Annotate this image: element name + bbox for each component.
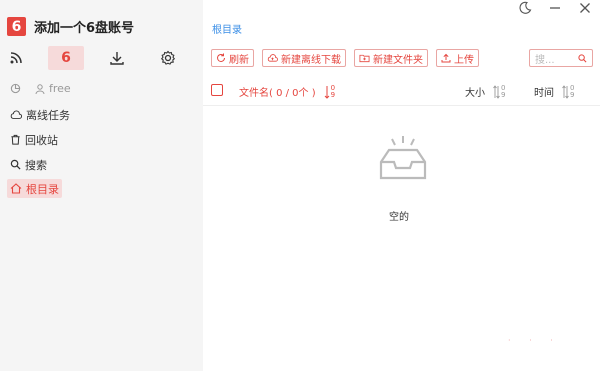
dark-mode-moon-icon[interactable] xyxy=(518,1,532,15)
user-icon xyxy=(35,83,45,94)
new-folder-label: 新建文件夹 xyxy=(373,54,423,66)
cloud-upload-icon xyxy=(267,54,278,62)
sidebar-item-label: 搜索 xyxy=(25,158,47,172)
search-input[interactable]: 搜... xyxy=(529,49,593,67)
sidebar-item-search[interactable]: 搜索 xyxy=(0,152,203,177)
new-offline-download-button[interactable]: 新建离线下载 xyxy=(262,49,346,67)
six-pan-label: 6 xyxy=(61,50,71,66)
breadcrumb-root[interactable]: 根目录 xyxy=(212,21,242,36)
download-icon[interactable] xyxy=(108,46,126,70)
window-controls xyxy=(518,0,592,16)
empty-state-text: 空的 xyxy=(389,212,409,223)
upload-button[interactable]: 上传 xyxy=(436,49,479,67)
app-header: 6 添加一个6盘账号 xyxy=(7,17,134,36)
upload-label: 上传 xyxy=(454,54,474,66)
sidebar-item-recycle-bin[interactable]: 回收站 xyxy=(0,127,203,152)
name-column-label: 文件名( 0 / 0个 ) xyxy=(239,88,316,99)
sidebar-item-offline-tasks[interactable]: 离线任务 xyxy=(0,102,203,127)
sidebar-item-root[interactable]: 根目录 xyxy=(7,179,62,198)
search-icon xyxy=(578,53,587,62)
minimize-icon[interactable] xyxy=(548,1,562,15)
folder-plus-icon xyxy=(359,54,370,63)
new-offline-label: 新建离线下载 xyxy=(281,54,341,66)
sidebar-item-label: 回收站 xyxy=(25,133,58,147)
app-logo: 6 xyxy=(7,17,26,36)
sidebar-item-label: 根目录 xyxy=(26,182,59,196)
cloud-icon xyxy=(10,109,22,119)
close-icon[interactable] xyxy=(578,1,592,15)
search-icon xyxy=(10,159,21,170)
refresh-label: 刷新 xyxy=(229,54,249,66)
account-user[interactable]: free xyxy=(35,82,71,95)
name-column-header[interactable]: 文件名( 0 / 0个 ) 09 xyxy=(239,84,335,99)
refresh-icon xyxy=(217,53,225,62)
size-column-header[interactable]: 大小 09 xyxy=(465,84,505,99)
upload-icon xyxy=(441,53,451,63)
settings-gear-icon[interactable] xyxy=(159,46,177,70)
six-pan-tab[interactable]: 6 xyxy=(48,46,84,70)
refresh-button[interactable]: 刷新 xyxy=(211,49,254,67)
decorative-dots: · · · xyxy=(508,336,561,345)
file-table-header: 文件名( 0 / 0个 ) 09 大小 09 时间 09 xyxy=(203,76,600,106)
sidebar-nav: 离线任务 回收站 搜索 根目录 xyxy=(0,102,203,198)
size-column-label: 大小 xyxy=(465,88,485,99)
search-placeholder: 搜... xyxy=(535,54,555,66)
time-column-header[interactable]: 时间 09 xyxy=(534,84,574,99)
sort-size-icon[interactable]: 09 xyxy=(493,84,505,99)
select-all-checkbox[interactable] xyxy=(211,84,223,96)
sidebar: 6 添加一个6盘账号 6 free 离线任务 回收站 搜索 根目录 xyxy=(0,0,203,371)
rss-icon[interactable] xyxy=(8,46,24,70)
account-row: free xyxy=(10,82,71,95)
sidebar-item-label: 离线任务 xyxy=(26,108,70,122)
add-account-button[interactable]: 添加一个6盘账号 xyxy=(34,17,134,36)
pie-chart-icon xyxy=(10,83,21,94)
time-column-label: 时间 xyxy=(534,88,554,99)
sort-name-icon[interactable]: 09 xyxy=(324,84,335,99)
new-folder-button[interactable]: 新建文件夹 xyxy=(354,49,428,67)
account-name: free xyxy=(49,82,71,95)
action-bar: 刷新 新建离线下载 新建文件夹 上传 xyxy=(211,49,479,67)
trash-icon xyxy=(11,134,20,145)
sort-time-icon[interactable]: 09 xyxy=(562,84,574,99)
home-icon xyxy=(10,183,22,194)
sidebar-toolbar: 6 xyxy=(0,46,203,72)
empty-inbox-icon xyxy=(375,134,431,185)
